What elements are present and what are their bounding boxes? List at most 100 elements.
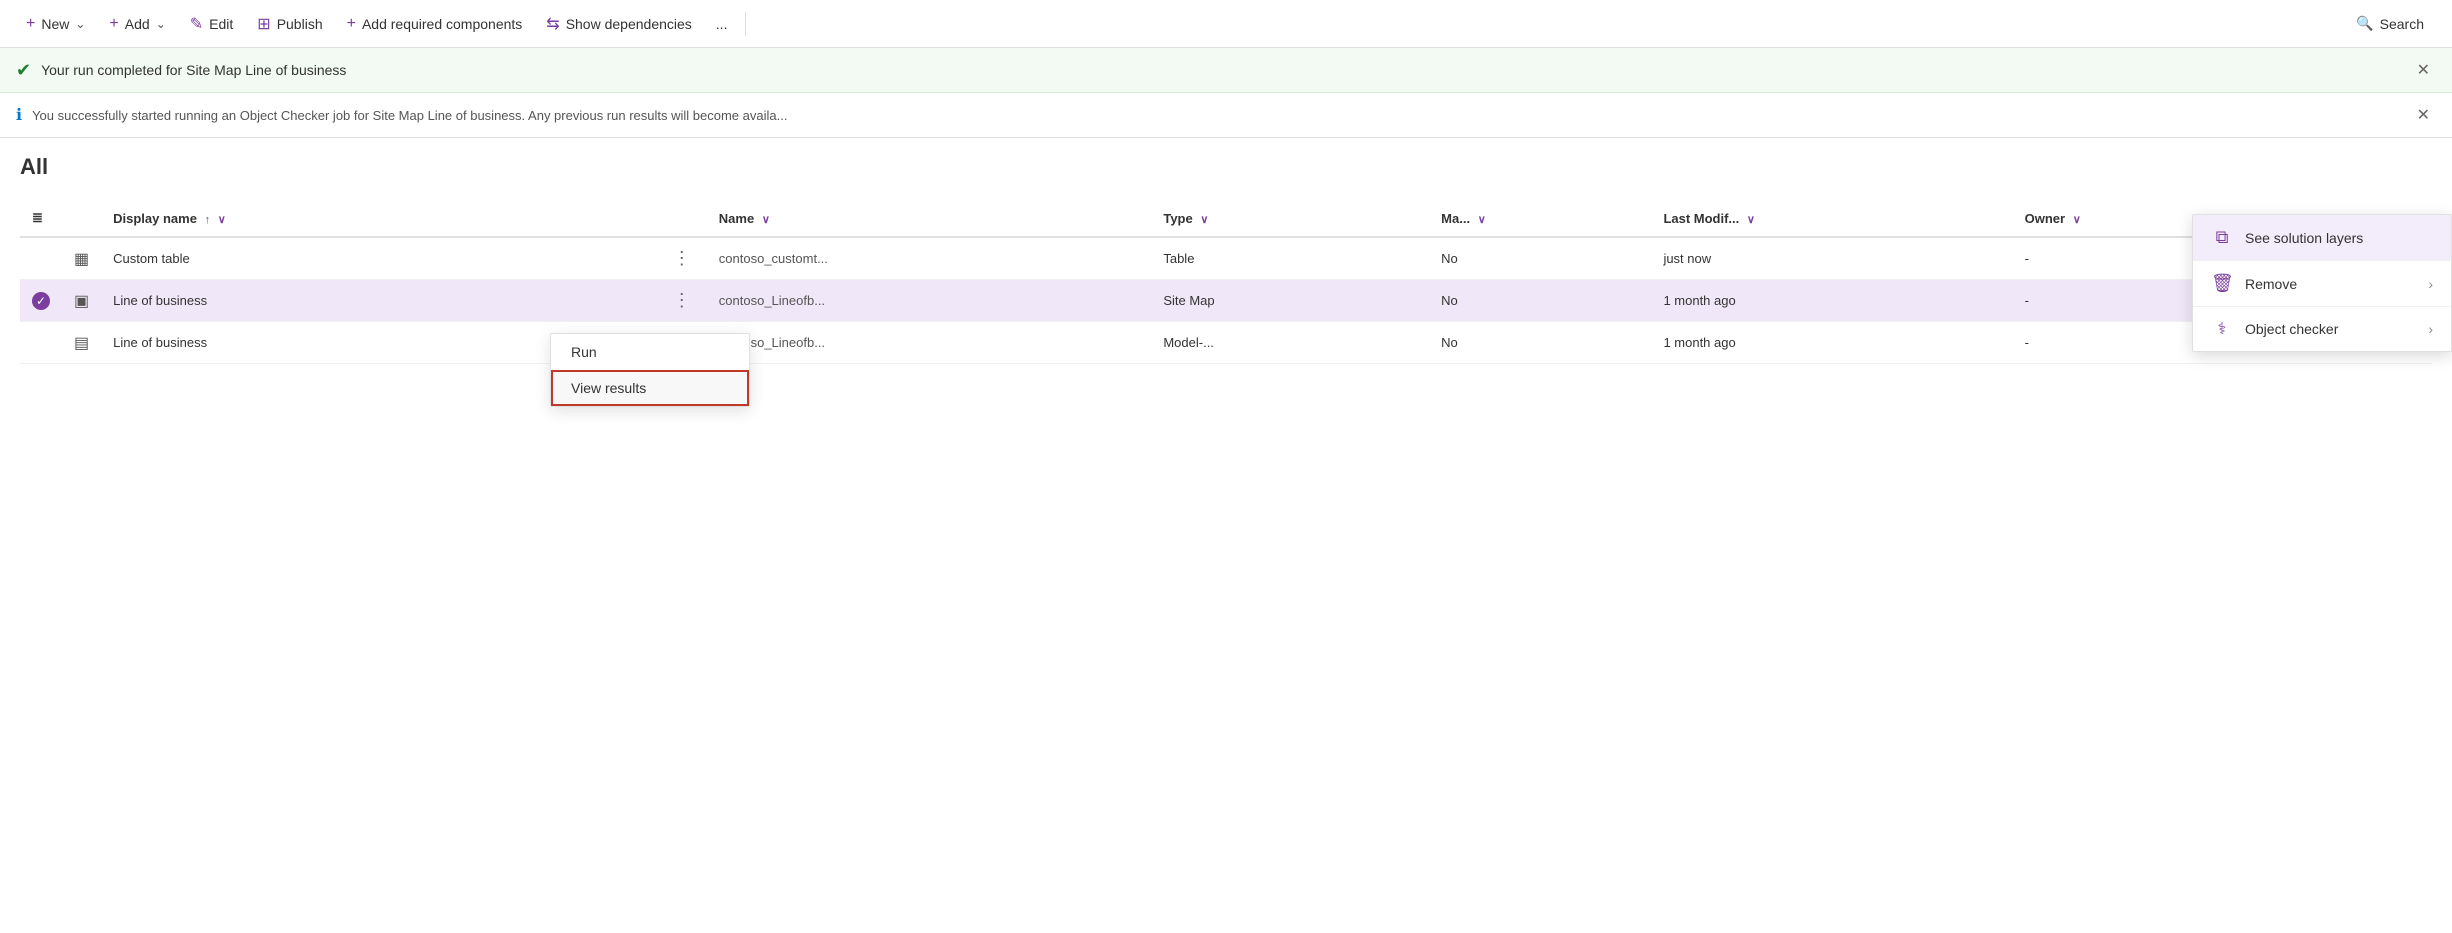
see-solution-layers-label: See solution layers: [2245, 230, 2363, 246]
plus-icon-add: +: [109, 15, 118, 33]
dependency-icon: ⇆: [546, 14, 559, 34]
row1-managed-cell: No: [1429, 237, 1651, 280]
run-popup-run-item[interactable]: Run: [551, 334, 749, 370]
add-required-icon: +: [347, 15, 356, 33]
more-button[interactable]: ...: [706, 10, 738, 38]
row3-managed: No: [1441, 335, 1458, 350]
row1-display-cell: Custom table: [101, 237, 657, 280]
type-label: Type: [1163, 211, 1192, 226]
column-chooser-icon[interactable]: ≣: [32, 210, 43, 225]
search-icon: 🔍: [2356, 15, 2373, 32]
table-row: ✓ ▣ Line of business ⋮ contoso_Lineofb..…: [20, 280, 2432, 322]
col-display-header[interactable]: Display name ↑ ∨: [101, 200, 657, 237]
table-row: ▦ Custom table ⋮ contoso_customt... Tabl…: [20, 237, 2432, 280]
row3-icon-cell: ▤: [62, 322, 101, 364]
row2-display-cell: Line of business: [101, 280, 657, 322]
row1-check-cell: [20, 237, 62, 280]
col-type-header[interactable]: Type ∨: [1151, 200, 1429, 237]
row2-more-button[interactable]: ⋮: [669, 288, 695, 312]
modified-sort-icon[interactable]: ∨: [1747, 214, 1755, 226]
main-content: All ≣ Display name ↑ ∨ Name ∨: [0, 138, 2452, 380]
row2-selected-indicator: ✓: [32, 292, 50, 310]
row1-more-button[interactable]: ⋮: [669, 246, 695, 270]
managed-label: Ma...: [1441, 211, 1470, 226]
add-chevron-icon[interactable]: ⌄: [156, 17, 166, 31]
owner-label: Owner: [2025, 211, 2065, 226]
info-close-button[interactable]: ✕: [2411, 103, 2436, 127]
row2-modified: 1 month ago: [1663, 293, 1735, 308]
col-icon-header: [62, 200, 101, 237]
row2-name-cell: contoso_Lineofb...: [707, 280, 1152, 322]
type-sort-icon[interactable]: ∨: [1200, 214, 1208, 226]
run-popup-view-results-item[interactable]: View results: [551, 370, 749, 406]
table-header-row: ≣ Display name ↑ ∨ Name ∨ Type ∨: [20, 200, 2432, 237]
row1-name: contoso_customt...: [719, 251, 828, 266]
row2-actions-cell: ⋮: [657, 280, 707, 322]
add-required-button[interactable]: + Add required components: [337, 9, 533, 39]
run-popup: Run View results: [550, 333, 750, 407]
modified-label: Last Modif...: [1663, 211, 1739, 226]
row1-display-name: Custom table: [113, 251, 190, 266]
add-button[interactable]: + Add ⌄: [99, 9, 175, 39]
owner-sort-icon[interactable]: ∨: [2073, 214, 2081, 226]
col-modified-header[interactable]: Last Modif... ∨: [1651, 200, 2012, 237]
row1-name-cell: contoso_customt...: [707, 237, 1152, 280]
row1-actions-cell: ⋮: [657, 237, 707, 280]
display-name-sort-asc-icon[interactable]: ↑: [205, 214, 211, 226]
layers-icon: ⧉: [2211, 227, 2233, 248]
success-close-button[interactable]: ✕: [2411, 58, 2436, 82]
col-actions-header: [657, 200, 707, 237]
row3-managed-cell: No: [1429, 322, 1651, 364]
row1-modified-cell: just now: [1651, 237, 2012, 280]
see-solution-layers-item[interactable]: ⧉ See solution layers: [2193, 215, 2451, 261]
new-button[interactable]: + New ⌄: [16, 9, 95, 39]
object-checker-label: Object checker: [2245, 321, 2338, 337]
display-name-label: Display name: [113, 211, 197, 226]
row3-name-cell: contoso_Lineofb...: [707, 322, 1152, 364]
row2-owner: -: [2025, 293, 2029, 308]
info-icon: ℹ: [16, 105, 22, 125]
row3-type-cell: Model-...: [1151, 322, 1429, 364]
row2-display-name: Line of business: [113, 293, 207, 308]
row2-icon-cell: ▣: [62, 280, 101, 322]
display-name-sort-desc-icon[interactable]: ∨: [218, 214, 226, 226]
name-label: Name: [719, 211, 754, 226]
col-managed-header[interactable]: Ma... ∨: [1429, 200, 1651, 237]
search-button[interactable]: 🔍 Search: [2344, 9, 2436, 38]
row3-check-cell: [20, 322, 62, 364]
managed-sort-icon[interactable]: ∨: [1478, 214, 1486, 226]
publish-button[interactable]: ⊞ Publish: [247, 8, 332, 40]
row2-type-cell: Site Map: [1151, 280, 1429, 322]
name-sort-icon[interactable]: ∨: [762, 214, 770, 226]
row1-type-cell: Table: [1151, 237, 1429, 280]
remove-chevron-icon: ›: [2428, 276, 2433, 292]
edit-icon: ✎: [190, 14, 203, 34]
right-dropdown-menu: ⧉ See solution layers 🗑 Remove › ⚕ Objec…: [2192, 214, 2452, 352]
remove-item[interactable]: 🗑 Remove ›: [2193, 261, 2451, 307]
row3-modified: 1 month ago: [1663, 335, 1735, 350]
row3-owner: -: [2025, 335, 2029, 350]
section-title: All: [20, 154, 2432, 180]
model-row-icon: ▤: [74, 335, 89, 352]
toolbar: + New ⌄ + Add ⌄ ✎ Edit ⊞ Publish + Add r…: [0, 0, 2452, 48]
sitemap-row-icon: ▣: [74, 293, 89, 310]
table-row: ▤ Line of business ⋮ contoso_Lineofb... …: [20, 322, 2432, 364]
trash-icon: 🗑: [2211, 273, 2233, 294]
show-dependencies-button[interactable]: ⇆ Show dependencies: [536, 8, 702, 40]
object-checker-item[interactable]: ⚕ Object checker ›: [2193, 307, 2451, 351]
row2-managed: No: [1441, 293, 1458, 308]
success-icon: ✔: [16, 60, 31, 81]
edit-button[interactable]: ✎ Edit: [180, 8, 244, 40]
row2-type: Site Map: [1163, 293, 1214, 308]
col-name-header[interactable]: Name ∨: [707, 200, 1152, 237]
table-row-icon: ▦: [74, 251, 89, 268]
row1-type: Table: [1163, 251, 1194, 266]
new-chevron-icon[interactable]: ⌄: [75, 17, 85, 31]
row2-managed-cell: No: [1429, 280, 1651, 322]
success-text: Your run completed for Site Map Line of …: [41, 62, 346, 78]
data-table: ≣ Display name ↑ ∨ Name ∨ Type ∨: [20, 200, 2432, 364]
row3-modified-cell: 1 month ago: [1651, 322, 2012, 364]
row1-icon-cell: ▦: [62, 237, 101, 280]
row2-name: contoso_Lineofb...: [719, 293, 825, 308]
object-checker-chevron-icon: ›: [2428, 321, 2433, 337]
